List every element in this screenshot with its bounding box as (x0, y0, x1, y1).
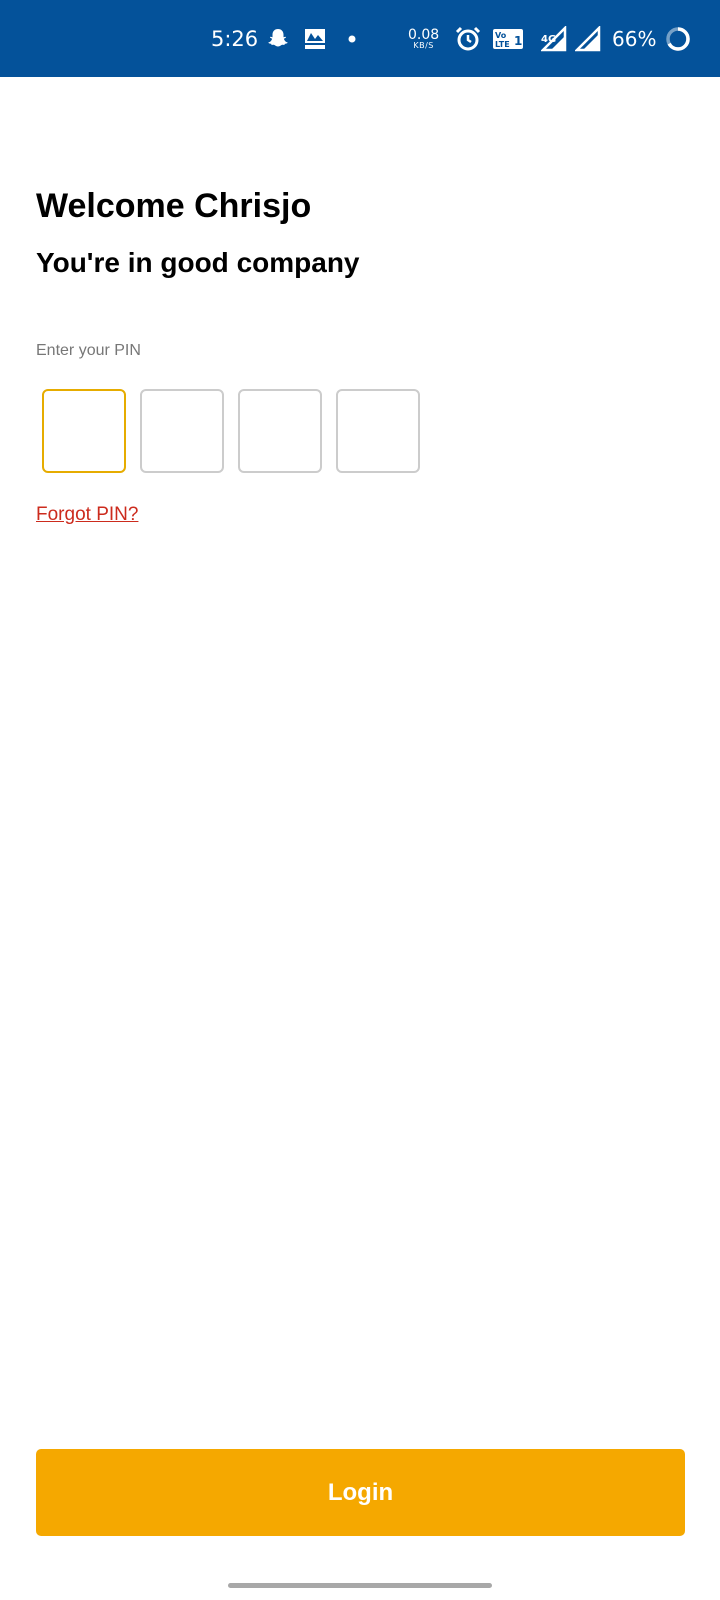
pin-label: Enter your PIN (36, 342, 141, 359)
page-title: Welcome Chrisjo (36, 187, 312, 225)
pin-input-group (42, 389, 420, 473)
svg-text:Vo: Vo (495, 31, 507, 40)
alarm-icon (455, 0, 481, 77)
snapchat-icon (266, 0, 290, 77)
home-indicator[interactable] (228, 1583, 492, 1588)
battery-ring-icon (665, 0, 691, 77)
notification-dot-icon (348, 0, 356, 77)
pin-digit-4[interactable] (336, 389, 420, 473)
page-subtitle: You're in good company (36, 247, 360, 278)
pin-digit-2[interactable] (140, 389, 224, 473)
signal-icon (541, 0, 567, 77)
forgot-pin-link[interactable]: Forgot PIN? (36, 504, 138, 526)
svg-text:LTE: LTE (495, 40, 510, 49)
login-button[interactable]: Login (36, 1449, 685, 1536)
net-speed-value: 0.08 (408, 26, 440, 43)
status-time: 5:26 (211, 26, 259, 51)
net-speed-unit: KB/S (413, 40, 434, 50)
news-icon (304, 0, 326, 77)
pin-digit-3[interactable] (238, 389, 322, 473)
net-speed: 0.08 KB/S (408, 0, 439, 77)
status-bar: 5:26 0.08 KB/S Vo LTE 1 4G 66% (0, 0, 720, 77)
svg-text:1: 1 (514, 34, 522, 48)
signal-icon (575, 0, 601, 77)
volte-icon: Vo LTE 1 (492, 0, 524, 77)
pin-digit-1[interactable] (42, 389, 126, 473)
battery-percent: 66% (612, 26, 657, 51)
